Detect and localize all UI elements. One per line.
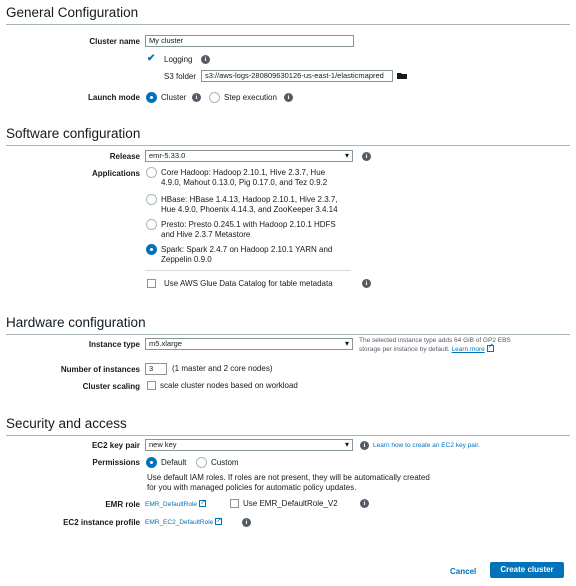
permissions-custom-label: Custom: [211, 458, 239, 467]
launch-mode-step-label: Step execution: [224, 93, 277, 102]
software-section-title: Software configuration: [6, 126, 141, 141]
key-pair-label: EC2 key pair: [91, 441, 140, 450]
num-instances-note: (1 master and 2 core nodes): [172, 364, 273, 373]
app-hbase-option[interactable]: HBase: HBase 1.4.13, Hadoop 2.10.1, Hive…: [161, 195, 361, 215]
glue-catalog-label: Use AWS Glue Data Catalog for table meta…: [164, 279, 333, 288]
app-spark-line1: Spark: Spark 2.4.7 on Hadoop 2.10.1 YARN…: [161, 245, 333, 254]
launch-mode-cluster-label: Cluster: [161, 93, 187, 102]
create-cluster-button[interactable]: Create cluster: [490, 562, 564, 578]
launch-mode-step-info-icon[interactable]: i: [284, 93, 293, 102]
app-spark-radio[interactable]: [146, 244, 157, 255]
app-core-hadoop-radio[interactable]: [146, 167, 157, 178]
launch-mode-label: Launch mode: [87, 93, 140, 102]
glue-catalog-checkbox[interactable]: [147, 279, 156, 288]
permissions-default-radio[interactable]: [146, 457, 157, 468]
hardware-section-rule: [6, 334, 570, 335]
app-spark-line2: Zeppelin 0.9.0: [161, 255, 212, 264]
emr-role-v2-info-icon[interactable]: i: [360, 499, 369, 508]
chevron-down-icon: ▾: [344, 440, 349, 449]
emr-role-link[interactable]: EMR_DefaultRole: [145, 498, 207, 508]
software-section-rule: [6, 145, 570, 146]
permissions-label: Permissions: [92, 458, 140, 467]
ec2-profile-value: EMR_EC2_DefaultRole: [145, 519, 214, 526]
launch-mode-step-radio[interactable]: [209, 92, 220, 103]
instance-type-note: The selected instance type adds 64 GiB o…: [359, 337, 569, 354]
app-core-hadoop-line2: 4.9.0, Mahout 0.13.0, Pig 0.17.0, and Te…: [161, 178, 328, 187]
launch-mode-cluster-radio[interactable]: [146, 92, 157, 103]
learn-more-link[interactable]: Learn more: [452, 346, 485, 353]
key-pair-info-icon[interactable]: i: [360, 441, 369, 450]
app-hbase-radio[interactable]: [146, 194, 157, 205]
logging-info-icon[interactable]: i: [201, 55, 210, 64]
cluster-name-input[interactable]: My cluster: [145, 35, 354, 47]
security-section-rule: [6, 435, 570, 436]
app-hbase-line2: Hue 4.9.0, Phoenix 4.14.3, and ZooKeeper…: [161, 205, 338, 214]
hardware-section-title: Hardware configuration: [6, 315, 146, 330]
instance-note-line1: The selected instance type adds 64 GiB o…: [359, 337, 511, 344]
key-pair-select[interactable]: new key ▾: [145, 439, 353, 451]
emr-role-v2-checkbox[interactable]: [230, 499, 239, 508]
chevron-down-icon: ▾: [344, 339, 349, 348]
instance-note-line2: storage per instance by default.: [359, 346, 450, 353]
num-instances-input[interactable]: 3: [145, 363, 167, 375]
general-section-rule: [6, 24, 570, 25]
glue-catalog-info-icon[interactable]: i: [362, 279, 371, 288]
emr-role-value: EMR_DefaultRole: [145, 501, 198, 508]
permissions-custom-radio[interactable]: [196, 457, 207, 468]
release-select-value: emr-5.33.0: [149, 151, 186, 160]
app-spark-option[interactable]: Spark: Spark 2.4.7 on Hadoop 2.10.1 YARN…: [161, 245, 361, 265]
emr-role-v2-label: Use EMR_DefaultRole_V2: [243, 499, 338, 508]
permissions-note-line2: for you with managed policies for automa…: [147, 483, 357, 492]
emr-role-label: EMR role: [105, 500, 140, 509]
app-presto-radio[interactable]: [146, 219, 157, 230]
instance-type-label: Instance type: [88, 340, 140, 349]
app-core-hadoop-option[interactable]: Core Hadoop: Hadoop 2.10.1, Hive 2.3.7, …: [161, 168, 361, 188]
external-link-icon: [486, 343, 494, 352]
security-section-title: Security and access: [6, 416, 127, 431]
app-presto-line2: and Hive 2.3.7 Metastore: [161, 230, 251, 239]
ec2-profile-label: EC2 instance profile: [63, 518, 140, 527]
key-pair-value: new key: [149, 440, 177, 449]
chevron-down-icon: ▾: [344, 151, 349, 160]
external-link-icon: [215, 516, 223, 525]
num-instances-label: Number of instances: [60, 365, 140, 374]
instance-type-value: m5.xlarge: [149, 339, 182, 348]
logging-checkbox[interactable]: ✔: [147, 53, 155, 64]
app-presto-line1: Presto: Presto 0.245.1 with Hadoop 2.10.…: [161, 220, 336, 229]
app-presto-option[interactable]: Presto: Presto 0.245.1 with Hadoop 2.10.…: [161, 220, 361, 240]
cancel-button[interactable]: Cancel: [450, 567, 476, 576]
release-label: Release: [109, 152, 140, 161]
s3-folder-input[interactable]: s3://aws-logs-280809630126-us-east-1/ela…: [201, 70, 393, 82]
cluster-scaling-text: scale cluster nodes based on workload: [160, 381, 298, 390]
app-core-hadoop-line1: Core Hadoop: Hadoop 2.10.1, Hive 2.3.7, …: [161, 168, 326, 177]
release-info-icon[interactable]: i: [362, 152, 371, 161]
ec2-profile-link[interactable]: EMR_EC2_DefaultRole: [145, 516, 223, 526]
release-select[interactable]: emr-5.33.0 ▾: [145, 150, 353, 162]
cluster-scaling-checkbox[interactable]: [147, 381, 156, 390]
ec2-profile-info-icon[interactable]: i: [242, 518, 251, 527]
general-section-title: General Configuration: [6, 5, 139, 20]
external-link-icon: [199, 498, 207, 507]
permissions-default-label: Default: [161, 458, 187, 467]
launch-mode-cluster-info-icon[interactable]: i: [192, 93, 201, 102]
s3-folder-label: S3 folder: [164, 72, 197, 81]
app-hbase-line1: HBase: HBase 1.4.13, Hadoop 2.10.1, Hive…: [161, 195, 338, 204]
applications-divider: [145, 270, 351, 271]
applications-label: Applications: [91, 169, 140, 178]
folder-icon[interactable]: [397, 72, 408, 80]
logging-label: Logging: [164, 55, 193, 64]
permissions-note: Use default IAM roles. If roles are not …: [147, 473, 467, 493]
cluster-scaling-label: Cluster scaling: [82, 382, 140, 391]
permissions-note-line1: Use default IAM roles. If roles are not …: [147, 473, 430, 482]
instance-type-select[interactable]: m5.xlarge ▾: [145, 338, 353, 350]
key-pair-learn-link[interactable]: Learn how to create an EC2 key pair.: [373, 442, 480, 449]
cluster-name-label: Cluster name: [89, 37, 140, 46]
